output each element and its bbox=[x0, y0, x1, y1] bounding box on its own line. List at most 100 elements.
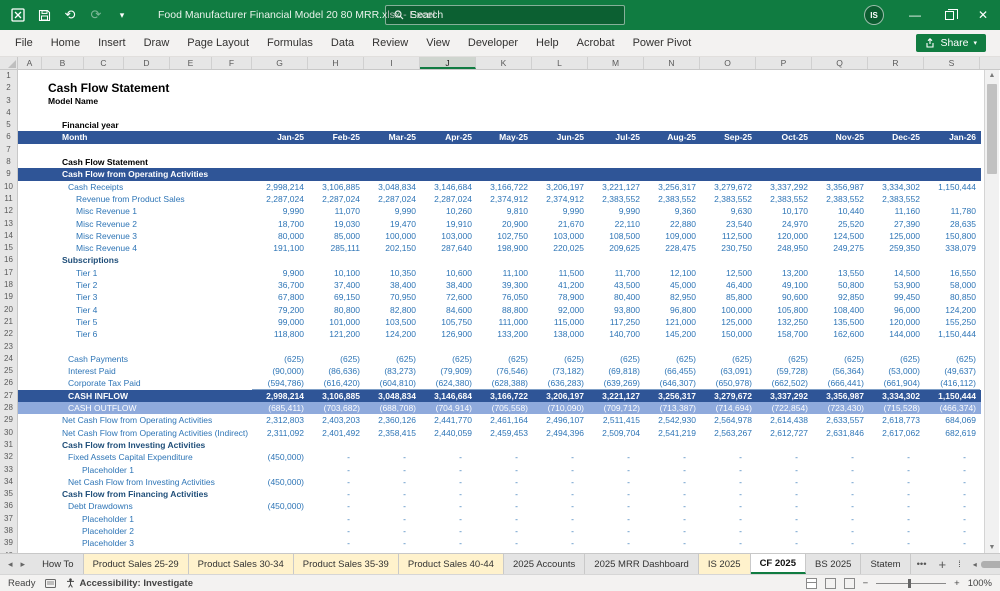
cell-r35-c8[interactable]: - bbox=[644, 488, 700, 500]
cell-r15-c9[interactable]: 230,750 bbox=[700, 242, 756, 254]
cell-r22-c12[interactable]: 144,000 bbox=[868, 328, 924, 340]
add-sheet-button[interactable]: + bbox=[933, 554, 953, 574]
cell-r30-c2[interactable]: 2,401,492 bbox=[308, 427, 364, 439]
cell-r26-c12[interactable]: (661,904) bbox=[868, 377, 924, 390]
cell-r3-c5[interactable] bbox=[476, 95, 532, 107]
cell-r39-c2[interactable]: - bbox=[308, 537, 364, 549]
cell-r31-c2[interactable] bbox=[308, 439, 364, 451]
cell-r21-c13[interactable]: 155,250 bbox=[924, 316, 980, 328]
sheet-tab-cf-2025[interactable]: CF 2025 bbox=[750, 554, 806, 574]
row-number-39[interactable]: 39 bbox=[0, 537, 18, 550]
cell-r20-c3[interactable]: 82,800 bbox=[364, 304, 420, 316]
cell-r17-c9[interactable]: 12,500 bbox=[700, 267, 756, 279]
cell-r39-c5[interactable]: - bbox=[476, 537, 532, 549]
cell-r28-c4[interactable]: (704,914) bbox=[420, 402, 476, 414]
column-header-M[interactable]: M bbox=[588, 57, 644, 69]
cell-r5-c9[interactable] bbox=[700, 119, 756, 131]
cell-r6-c13[interactable]: Jan-26 bbox=[924, 131, 980, 143]
cell-r5-c3[interactable] bbox=[364, 119, 420, 131]
row-label-net-cash-flow-from-operating-activities-indirect[interactable]: Net Cash Flow from Operating Activities … bbox=[18, 427, 252, 439]
cell-r18-c3[interactable]: 38,400 bbox=[364, 279, 420, 291]
cell-r27-c13[interactable]: 1,150,444 bbox=[924, 390, 980, 402]
cell-r9-c2[interactable] bbox=[308, 168, 364, 180]
cell-r16-c6[interactable] bbox=[532, 254, 588, 266]
cell-r3-c12[interactable] bbox=[868, 95, 924, 107]
cell-r37-c12[interactable]: - bbox=[868, 513, 924, 525]
cell-r17-c10[interactable]: 13,200 bbox=[756, 267, 812, 279]
cell-r31-c12[interactable] bbox=[868, 439, 924, 451]
cell-r31-c8[interactable] bbox=[644, 439, 700, 451]
cell-r24-c9[interactable]: (625) bbox=[700, 353, 756, 365]
cell-r34-c7[interactable]: - bbox=[588, 476, 644, 488]
cell-r29-c9[interactable]: 2,564,978 bbox=[700, 414, 756, 426]
cell-r19-c9[interactable]: 85,800 bbox=[700, 291, 756, 303]
cell-r14-c5[interactable]: 102,750 bbox=[476, 230, 532, 242]
cell-r12-c13[interactable]: 11,780 bbox=[924, 205, 980, 217]
cell-r12-c2[interactable]: 11,070 bbox=[308, 205, 364, 217]
sheet-tab-statem[interactable]: Statem bbox=[861, 554, 911, 574]
cell-r12-c9[interactable]: 9,630 bbox=[700, 205, 756, 217]
cell-r28-c5[interactable]: (705,558) bbox=[476, 402, 532, 414]
cell-r25-c5[interactable]: (76,546) bbox=[476, 365, 532, 377]
cell-r15-c2[interactable]: 285,111 bbox=[308, 242, 364, 254]
cell-r4-c9[interactable] bbox=[700, 107, 756, 119]
zoom-level[interactable]: 100% bbox=[968, 578, 992, 589]
cell-r1-c4[interactable] bbox=[420, 70, 476, 82]
cell-r6-c9[interactable]: Sep-25 bbox=[700, 131, 756, 143]
cell-r13-c1[interactable]: 18,700 bbox=[252, 218, 308, 230]
cell-r24-c6[interactable]: (625) bbox=[532, 353, 588, 365]
cell-r39-c4[interactable]: - bbox=[420, 537, 476, 549]
cell-r32-c5[interactable]: - bbox=[476, 451, 532, 463]
cell-r25-c13[interactable]: (49,637) bbox=[924, 365, 980, 377]
cell-r11-c3[interactable]: 2,287,024 bbox=[364, 193, 420, 205]
cell-r4-c13[interactable] bbox=[924, 107, 980, 119]
sheet-tab-product-sales-40-44[interactable]: Product Sales 40-44 bbox=[398, 554, 504, 574]
cell-r19-c8[interactable]: 82,950 bbox=[644, 291, 700, 303]
cell-r20-c2[interactable]: 80,800 bbox=[308, 304, 364, 316]
cell-r35-c9[interactable]: - bbox=[700, 488, 756, 500]
cell-r22-c5[interactable]: 133,200 bbox=[476, 328, 532, 340]
cell-r7-c7[interactable] bbox=[588, 144, 644, 156]
column-header-B[interactable]: B bbox=[42, 57, 84, 69]
cell-r13-c5[interactable]: 20,900 bbox=[476, 218, 532, 230]
ribbon-tab-page-layout[interactable]: Page Layout bbox=[178, 32, 258, 54]
cell-r32-c1[interactable]: (450,000) bbox=[252, 451, 308, 463]
cell-r23-c2[interactable] bbox=[308, 341, 364, 353]
column-header-G[interactable]: G bbox=[252, 57, 308, 69]
cell-r14-c11[interactable]: 124,500 bbox=[812, 230, 868, 242]
row-number-3[interactable]: 3 bbox=[0, 94, 18, 107]
cell-r1-c3[interactable] bbox=[364, 70, 420, 82]
row-label-tier-6[interactable]: Tier 6 bbox=[18, 328, 252, 340]
cell-r37-c8[interactable]: - bbox=[644, 513, 700, 525]
row-number-25[interactable]: 25 bbox=[0, 365, 18, 378]
cell-r30-c13[interactable]: 682,619 bbox=[924, 427, 980, 439]
column-header-K[interactable]: K bbox=[476, 57, 532, 69]
cell-r24-c2[interactable]: (625) bbox=[308, 353, 364, 365]
cell-r19-c5[interactable]: 76,050 bbox=[476, 291, 532, 303]
row-label-cash-flow-statement[interactable]: Cash Flow Statement bbox=[18, 156, 252, 168]
cell-r3-c8[interactable] bbox=[644, 95, 700, 107]
cell-r21-c7[interactable]: 117,250 bbox=[588, 316, 644, 328]
column-header-P[interactable]: P bbox=[756, 57, 812, 69]
sheet-tab-is-2025[interactable]: IS 2025 bbox=[698, 554, 751, 574]
row-number-21[interactable]: 21 bbox=[0, 315, 18, 329]
cell-r9-c11[interactable] bbox=[812, 168, 868, 180]
cell-r32-c12[interactable]: - bbox=[868, 451, 924, 463]
cell-r9-c5[interactable] bbox=[476, 168, 532, 180]
cell-r4-c5[interactable] bbox=[476, 107, 532, 119]
cell-r10-c2[interactable]: 3,106,885 bbox=[308, 181, 364, 193]
cell-r16-c3[interactable] bbox=[364, 254, 420, 266]
cell-r33-c6[interactable]: - bbox=[532, 464, 588, 476]
cell-r3-c11[interactable] bbox=[812, 95, 868, 107]
cell-r20-c7[interactable]: 93,800 bbox=[588, 304, 644, 316]
cell-r19-c2[interactable]: 69,150 bbox=[308, 291, 364, 303]
cell-r23-c10[interactable] bbox=[756, 341, 812, 353]
cell-r4-c10[interactable] bbox=[756, 107, 812, 119]
cell-r35-c13[interactable]: - bbox=[924, 488, 980, 500]
cell-r5-c5[interactable] bbox=[476, 119, 532, 131]
cell-r17-c1[interactable]: 9,900 bbox=[252, 267, 308, 279]
cell-r4-c6[interactable] bbox=[532, 107, 588, 119]
cell-r7-c13[interactable] bbox=[924, 144, 980, 156]
cell-r17-c2[interactable]: 10,100 bbox=[308, 267, 364, 279]
minimize-button[interactable]: — bbox=[898, 0, 932, 30]
